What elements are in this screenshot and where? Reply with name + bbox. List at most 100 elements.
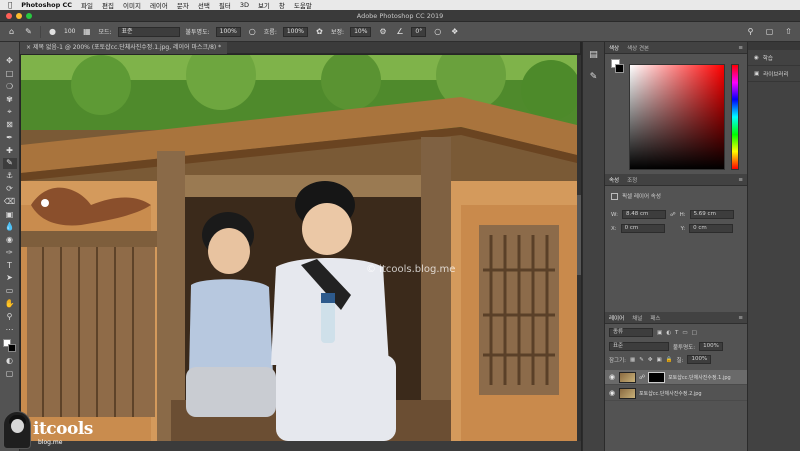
width-field[interactable]: 8.48 cm bbox=[621, 210, 666, 219]
screen-mode-icon[interactable]: ▢ bbox=[3, 368, 17, 378]
brush-settings-icon[interactable]: ✎ bbox=[587, 72, 601, 86]
libraries-panel-button[interactable]: ▣ 라이브러리 bbox=[748, 66, 800, 82]
lock-move-icon[interactable]: ✥ bbox=[648, 357, 653, 363]
home-icon[interactable]: ⌂ bbox=[6, 26, 17, 37]
minimize-window-button[interactable] bbox=[16, 13, 22, 19]
workspace-icon[interactable]: ▢ bbox=[764, 26, 775, 37]
airbrush-icon[interactable]: ✿ bbox=[314, 26, 325, 37]
lock-artboard-icon[interactable]: ▣ bbox=[656, 357, 661, 363]
document-tab[interactable]: × 제목 없음-1 @ 200% (포토샵cc.단체사진수정.1.jpg, 레이… bbox=[20, 42, 228, 54]
tab-paths[interactable]: 패스 bbox=[650, 314, 660, 322]
blend-mode-select[interactable]: 표준 bbox=[609, 342, 669, 351]
lasso-tool-icon[interactable]: ❍ bbox=[3, 82, 17, 92]
y-field[interactable]: 0 cm bbox=[689, 224, 734, 233]
panel-menu-icon[interactable]: ≡ bbox=[738, 177, 743, 183]
pen-tool-icon[interactable]: ✑ bbox=[3, 248, 17, 258]
menu-app-name[interactable]: Photoshop CC bbox=[21, 1, 72, 9]
quick-mask-icon[interactable]: ◐ bbox=[3, 356, 17, 366]
fill-field[interactable]: 100% bbox=[687, 355, 712, 364]
filter-type-icon[interactable]: T bbox=[675, 330, 678, 336]
gradient-tool-icon[interactable]: ▣ bbox=[3, 209, 17, 219]
opacity-field[interactable]: 100% bbox=[215, 26, 241, 37]
angle-field[interactable]: 0° bbox=[411, 26, 427, 37]
close-window-button[interactable] bbox=[6, 13, 12, 19]
brush-tool-icon[interactable]: ✎ bbox=[23, 26, 34, 37]
lock-all-icon[interactable]: 🔒 bbox=[666, 357, 673, 363]
tab-layers[interactable]: 레이어 bbox=[609, 314, 624, 322]
tab-channels[interactable]: 채널 bbox=[632, 314, 642, 322]
share-icon[interactable]: ⇧ bbox=[783, 26, 794, 37]
symmetry-icon[interactable]: ❖ bbox=[449, 26, 460, 37]
menu-select[interactable]: 선택 bbox=[198, 0, 210, 10]
history-panel-icon[interactable]: ▤ bbox=[587, 50, 601, 64]
menu-file[interactable]: 파일 bbox=[81, 0, 93, 10]
tab-properties[interactable]: 속성 bbox=[609, 176, 619, 184]
layer-filter-select[interactable]: 종류 bbox=[609, 328, 653, 337]
search-icon[interactable]: ⚲ bbox=[745, 26, 756, 37]
more-tools-icon[interactable]: ⋯ bbox=[3, 324, 17, 334]
smoothing-options-icon[interactable]: ⚙ bbox=[377, 26, 388, 37]
path-select-tool-icon[interactable]: ➤ bbox=[3, 273, 17, 283]
background-color-swatch[interactable] bbox=[7, 344, 16, 353]
hand-tool-icon[interactable]: ✋ bbox=[3, 299, 17, 309]
tab-swatches[interactable]: 색상 견본 bbox=[627, 44, 649, 52]
healing-brush-tool-icon[interactable]: ✚ bbox=[3, 145, 17, 155]
layer-row[interactable]: ◉ ☍ 포토샵cc.단체사진수정.1.jpg bbox=[605, 370, 747, 385]
filter-adjust-icon[interactable]: ◐ bbox=[666, 330, 671, 336]
apple-icon[interactable]:  bbox=[8, 1, 12, 9]
visibility-eye-icon[interactable]: ◉ bbox=[609, 389, 616, 397]
quick-select-tool-icon[interactable]: ✾ bbox=[3, 94, 17, 104]
brush-tool-selected-icon[interactable]: ✎ bbox=[2, 158, 17, 169]
pressure-size-icon[interactable]: ○ bbox=[432, 26, 443, 37]
crop-tool-icon[interactable]: ⌖ bbox=[3, 107, 17, 117]
filter-smart-icon[interactable]: □ bbox=[692, 330, 697, 336]
canvas-vertical-scrollbar[interactable] bbox=[577, 55, 581, 441]
link-icon[interactable]: ☍ bbox=[670, 212, 676, 218]
zoom-window-button[interactable] bbox=[26, 13, 32, 19]
panel-menu-icon[interactable]: ≡ bbox=[738, 45, 743, 51]
brush-preset-icon[interactable]: ● bbox=[47, 26, 58, 37]
flow-field[interactable]: 100% bbox=[282, 26, 308, 37]
menu-layer[interactable]: 레이어 bbox=[150, 0, 168, 10]
brush-size-value[interactable]: 100 bbox=[64, 28, 75, 35]
menu-image[interactable]: 이미지 bbox=[123, 0, 141, 10]
layer-row[interactable]: ◉ 포토샵cc.단체사진수정.2.jpg bbox=[605, 386, 747, 401]
pressure-opacity-icon[interactable]: ○ bbox=[247, 26, 258, 37]
smooth-field[interactable]: 10% bbox=[350, 26, 372, 37]
color-picker-field[interactable] bbox=[629, 64, 725, 170]
brush-panel-icon[interactable]: ▦ bbox=[81, 26, 92, 37]
type-tool-icon[interactable]: T bbox=[3, 261, 17, 271]
zoom-tool-icon[interactable]: ⚲ bbox=[3, 312, 17, 322]
lock-paint-icon[interactable]: ✎ bbox=[639, 357, 644, 363]
history-brush-tool-icon[interactable]: ⟳ bbox=[3, 184, 17, 194]
visibility-eye-icon[interactable]: ◉ bbox=[609, 373, 616, 381]
move-tool-icon[interactable]: ✥ bbox=[3, 56, 17, 66]
mode-select[interactable]: 표준 bbox=[117, 26, 180, 37]
clone-stamp-tool-icon[interactable]: ⚓ bbox=[3, 171, 17, 181]
lock-pixels-icon[interactable]: ▦ bbox=[630, 357, 635, 363]
menu-window[interactable]: 창 bbox=[279, 0, 285, 10]
menu-3d[interactable]: 3D bbox=[240, 1, 249, 9]
panel-menu-icon[interactable]: ≡ bbox=[738, 315, 743, 321]
menu-help[interactable]: 도움말 bbox=[294, 0, 312, 10]
document-canvas[interactable]: © itcools.blog.me bbox=[21, 55, 577, 441]
filter-shape-icon[interactable]: ▭ bbox=[682, 330, 687, 336]
hue-slider[interactable] bbox=[731, 64, 739, 170]
shape-tool-icon[interactable]: ▭ bbox=[3, 286, 17, 296]
eyedropper-tool-icon[interactable]: ✒ bbox=[3, 133, 17, 143]
tab-adjustments[interactable]: 조정 bbox=[627, 176, 637, 184]
blur-tool-icon[interactable]: 💧 bbox=[3, 222, 17, 232]
menu-type[interactable]: 문자 bbox=[177, 0, 189, 10]
menu-edit[interactable]: 편집 bbox=[102, 0, 114, 10]
color-swatches[interactable] bbox=[2, 339, 17, 353]
x-field[interactable]: 0 cm bbox=[620, 224, 665, 233]
dodge-tool-icon[interactable]: ◉ bbox=[3, 235, 17, 245]
frame-tool-icon[interactable]: ⊠ bbox=[3, 120, 17, 130]
color-panel-background[interactable] bbox=[615, 64, 624, 73]
layer-mask-thumbnail[interactable] bbox=[648, 371, 666, 383]
close-tab-icon[interactable]: × bbox=[26, 44, 33, 51]
menu-view[interactable]: 보기 bbox=[258, 0, 270, 10]
marquee-tool-icon[interactable]: □ bbox=[3, 69, 17, 79]
menu-filter[interactable]: 필터 bbox=[219, 0, 231, 10]
filter-pixel-icon[interactable]: ▣ bbox=[657, 330, 662, 336]
